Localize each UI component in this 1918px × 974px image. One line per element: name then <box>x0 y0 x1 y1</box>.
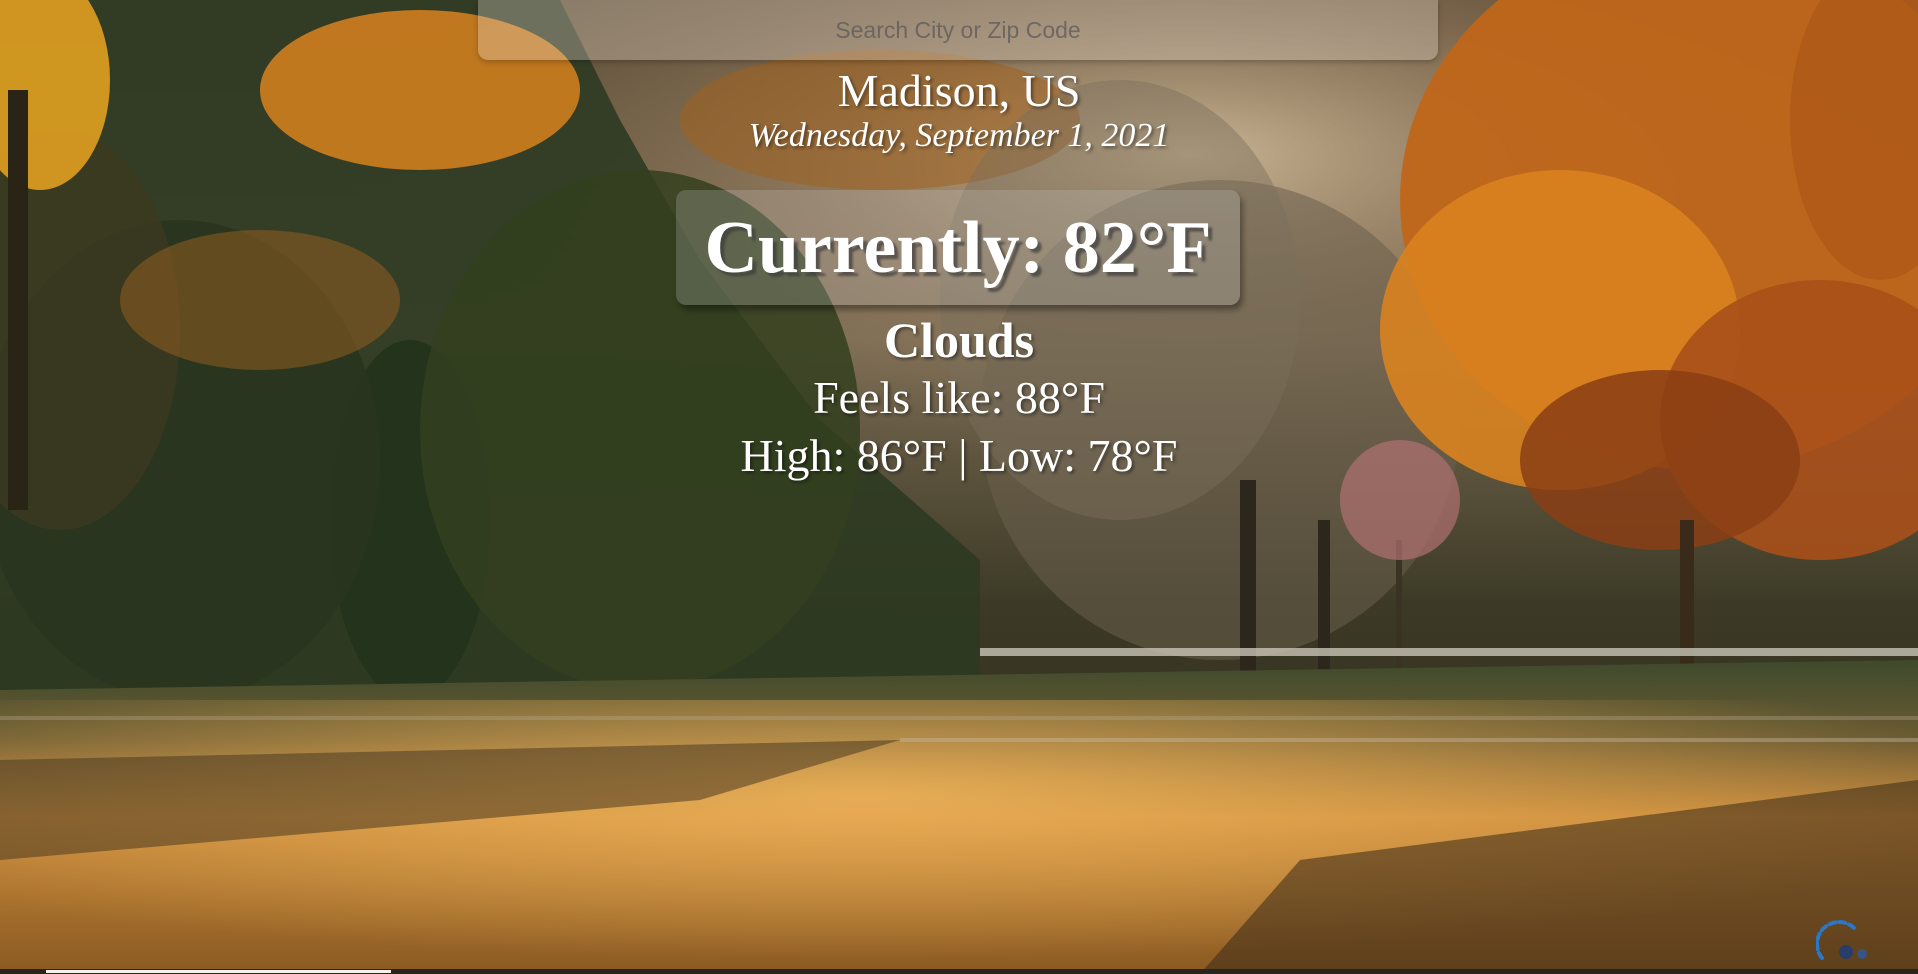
location-heading: Madison, US <box>837 65 1081 116</box>
high-low-temperature: High: 86°F | Low: 78°F <box>740 430 1178 481</box>
loading-spinner-icon <box>1816 919 1867 960</box>
weather-condition: Clouds <box>883 312 1035 368</box>
bottom-bar-highlight <box>46 970 391 973</box>
weather-app: Madison, US Wednesday, September 1, 2021… <box>0 0 1918 974</box>
search-input[interactable] <box>478 0 1438 60</box>
date-label: Wednesday, September 1, 2021 <box>748 117 1170 154</box>
current-temperature-panel: Currently: 82°F <box>676 190 1240 305</box>
current-temperature: Currently: 82°F <box>704 206 1212 289</box>
feels-like-temperature: Feels like: 88°F <box>813 372 1105 423</box>
